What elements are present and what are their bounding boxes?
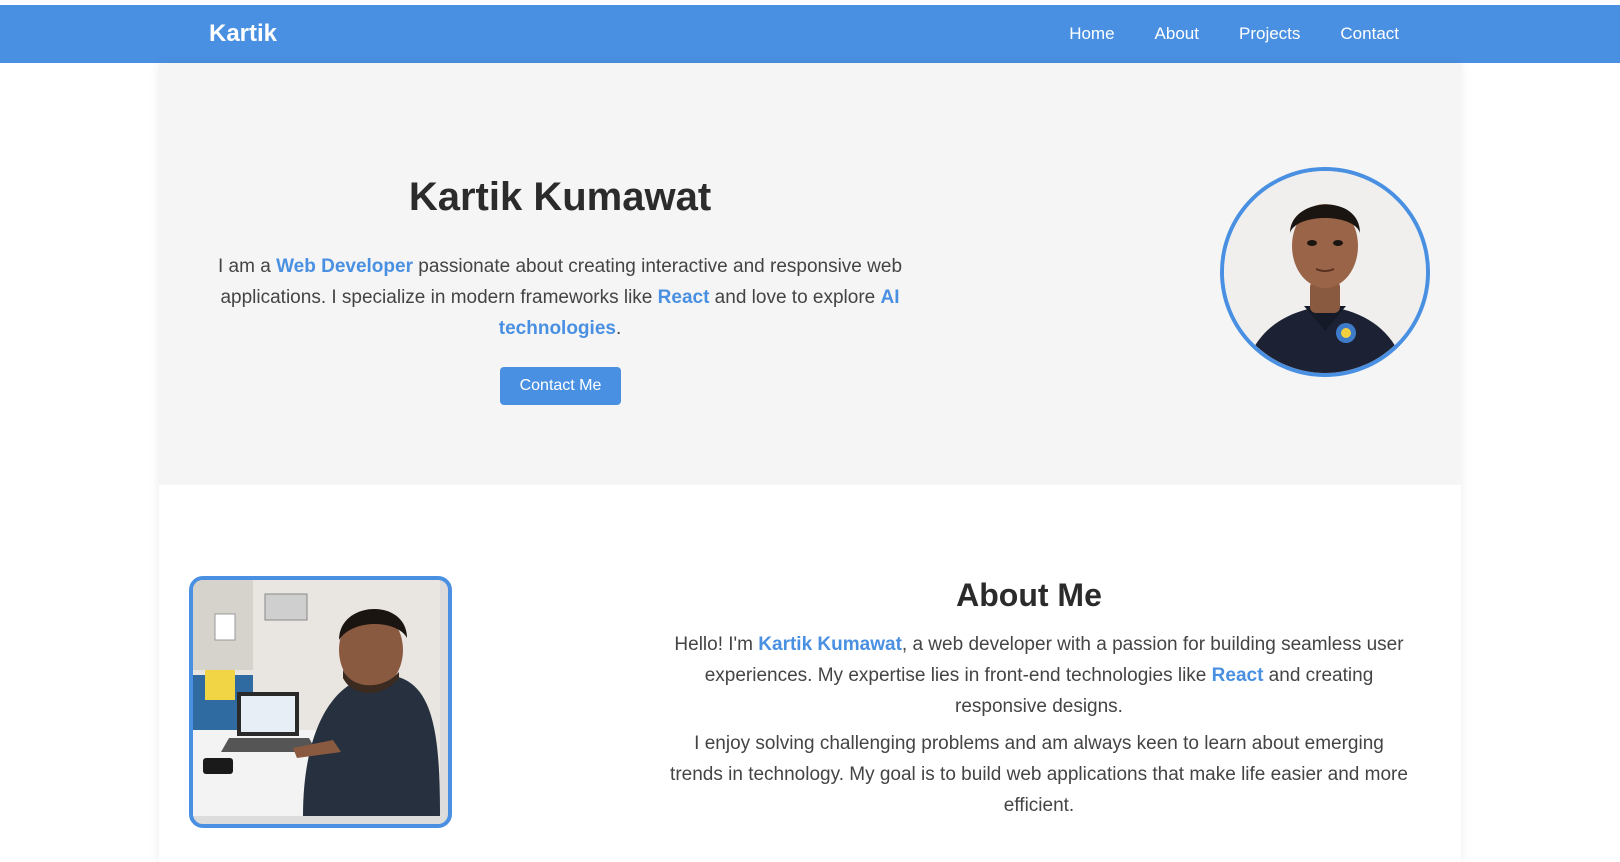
about-highlight-react: React — [1211, 665, 1264, 686]
intro-text-3: and love to explore — [709, 287, 881, 308]
about-highlight-name: Kartik Kumawat — [758, 634, 902, 655]
about-text-1: Hello! I'm — [674, 634, 759, 655]
about-photo — [189, 576, 452, 828]
intro-text-4: . — [615, 318, 622, 339]
profile-avatar — [1220, 167, 1430, 377]
hero-intro: I am a Web Developer passionate about cr… — [209, 251, 911, 344]
intro-text-1: I am a — [217, 256, 277, 277]
nav-link-home[interactable]: Home — [1069, 24, 1114, 44]
brand-logo[interactable]: Kartik — [209, 20, 277, 48]
nav-link-about[interactable]: About — [1155, 24, 1199, 44]
profile-avatar-illustration — [1224, 171, 1426, 373]
about-photo-illustration — [193, 580, 440, 816]
contact-me-button[interactable]: Contact Me — [500, 367, 621, 405]
nav-link-contact[interactable]: Contact — [1340, 24, 1399, 44]
nav-link-projects[interactable]: Projects — [1239, 24, 1300, 44]
intro-highlight-react: React — [657, 287, 710, 308]
hero-section: Kartik Kumawat I am a Web Developer pass… — [159, 63, 1461, 485]
page-container: Kartik Kumawat I am a Web Developer pass… — [159, 63, 1461, 862]
hero-title: Kartik Kumawat — [408, 175, 712, 219]
nav-links: Home About Projects Contact — [1029, 24, 1399, 44]
intro-highlight-role: Web Developer — [276, 256, 413, 277]
about-paragraph-2: I enjoy solving challenging problems and… — [670, 733, 1408, 816]
about-title: About Me — [956, 577, 1102, 613]
about-paragraph-1: Hello! I'm Kartik Kumawat, a web develop… — [669, 629, 1409, 722]
navbar: Kartik Home About Projects Contact — [0, 5, 1620, 63]
